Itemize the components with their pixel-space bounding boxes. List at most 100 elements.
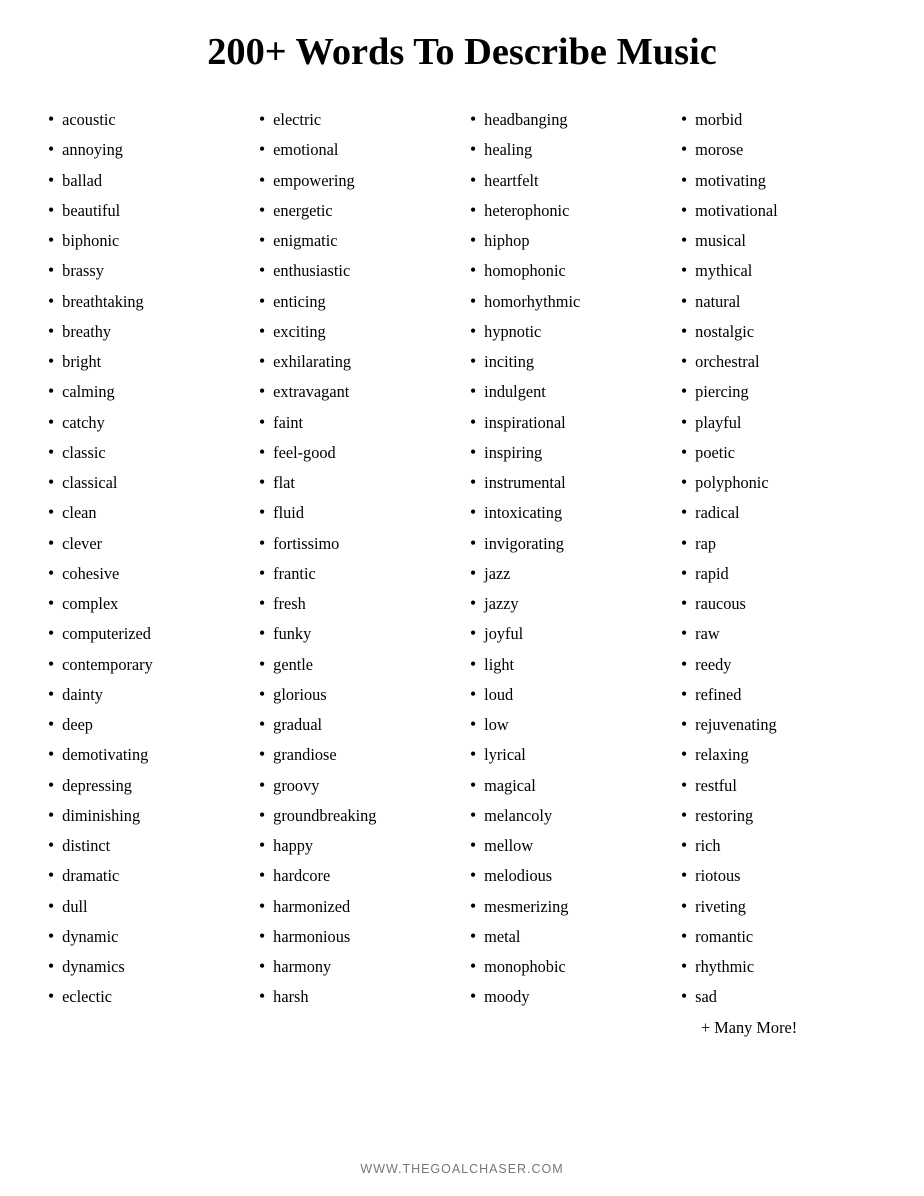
list-item: restoring: [681, 800, 876, 830]
list-item: rich: [681, 830, 876, 860]
list-item: bright: [48, 346, 243, 376]
list-item: funky: [259, 618, 454, 648]
list-item: mellow: [470, 830, 665, 860]
list-item: glorious: [259, 679, 454, 709]
list-item: harsh: [259, 981, 454, 1011]
list-item: depressing: [48, 770, 243, 800]
list-item: enticing: [259, 286, 454, 316]
list-item: inspiring: [470, 437, 665, 467]
list-item: exciting: [259, 316, 454, 346]
list-item: extravagant: [259, 376, 454, 406]
list-item: gradual: [259, 709, 454, 739]
list-item: flat: [259, 467, 454, 497]
list-item: indulgent: [470, 376, 665, 406]
list-item: refined: [681, 679, 876, 709]
list-item: dull: [48, 891, 243, 921]
list-item: hiphop: [470, 225, 665, 255]
list-item: computerized: [48, 618, 243, 648]
list-item: homorhythmic: [470, 286, 665, 316]
list-item: empowering: [259, 165, 454, 195]
list-item: low: [470, 709, 665, 739]
list-item: healing: [470, 134, 665, 164]
list-item: mesmerizing: [470, 891, 665, 921]
list-item: poetic: [681, 437, 876, 467]
list-item: biphonic: [48, 225, 243, 255]
list-item: invigorating: [470, 528, 665, 558]
list-item: inciting: [470, 346, 665, 376]
list-item: jazzy: [470, 588, 665, 618]
list-item: melancoly: [470, 800, 665, 830]
list-item: intoxicating: [470, 497, 665, 527]
list-item: demotivating: [48, 739, 243, 769]
list-item: morbid: [681, 104, 876, 134]
list-item: radical: [681, 497, 876, 527]
list-item: polyphonic: [681, 467, 876, 497]
list-item: calming: [48, 376, 243, 406]
list-item: distinct: [48, 830, 243, 860]
list-item: melodious: [470, 860, 665, 890]
list-item: fresh: [259, 588, 454, 618]
list-item: dramatic: [48, 860, 243, 890]
list-item: light: [470, 649, 665, 679]
list-item: inspirational: [470, 407, 665, 437]
list-item: eclectic: [48, 981, 243, 1011]
list-item: relaxing: [681, 739, 876, 769]
word-list-2: electricemotionalempoweringenergeticenig…: [259, 104, 454, 1012]
list-item: piercing: [681, 376, 876, 406]
list-item: lyrical: [470, 739, 665, 769]
list-item: headbanging: [470, 104, 665, 134]
list-item: loud: [470, 679, 665, 709]
list-item: enigmatic: [259, 225, 454, 255]
list-item: beautiful: [48, 195, 243, 225]
list-item: rap: [681, 528, 876, 558]
list-item: motivating: [681, 165, 876, 195]
list-item: riotous: [681, 860, 876, 890]
list-item: feel-good: [259, 437, 454, 467]
list-item: breathtaking: [48, 286, 243, 316]
list-item: reedy: [681, 649, 876, 679]
list-item: electric: [259, 104, 454, 134]
list-item: happy: [259, 830, 454, 860]
list-item: deep: [48, 709, 243, 739]
list-item: monophobic: [470, 951, 665, 981]
list-item: rhythmic: [681, 951, 876, 981]
list-item: sad: [681, 981, 876, 1011]
column-3: headbanginghealingheartfeltheterophonich…: [462, 104, 673, 1138]
list-item: hypnotic: [470, 316, 665, 346]
list-item: harmony: [259, 951, 454, 981]
more-text: + Many More!: [681, 1014, 876, 1042]
list-item: moody: [470, 981, 665, 1011]
list-item: groovy: [259, 770, 454, 800]
list-item: orchestral: [681, 346, 876, 376]
list-item: harmonious: [259, 921, 454, 951]
list-item: raucous: [681, 588, 876, 618]
list-item: dainty: [48, 679, 243, 709]
page-title: 200+ Words To Describe Music: [207, 30, 717, 74]
list-item: morose: [681, 134, 876, 164]
list-item: metal: [470, 921, 665, 951]
list-item: motivational: [681, 195, 876, 225]
word-list-3: headbanginghealingheartfeltheterophonich…: [470, 104, 665, 1012]
list-item: jazz: [470, 558, 665, 588]
list-item: dynamic: [48, 921, 243, 951]
list-item: classical: [48, 467, 243, 497]
list-item: frantic: [259, 558, 454, 588]
list-item: groundbreaking: [259, 800, 454, 830]
list-item: annoying: [48, 134, 243, 164]
list-item: classic: [48, 437, 243, 467]
list-item: exhilarating: [259, 346, 454, 376]
column-4: morbidmorosemotivatingmotivationalmusica…: [673, 104, 884, 1138]
list-item: homophonic: [470, 255, 665, 285]
list-item: clever: [48, 528, 243, 558]
list-item: romantic: [681, 921, 876, 951]
word-list-1: acousticannoyingballadbeautifulbiphonicb…: [48, 104, 243, 1012]
list-item: emotional: [259, 134, 454, 164]
list-item: clean: [48, 497, 243, 527]
list-item: breathy: [48, 316, 243, 346]
list-item: restful: [681, 770, 876, 800]
list-item: natural: [681, 286, 876, 316]
list-item: dynamics: [48, 951, 243, 981]
list-item: brassy: [48, 255, 243, 285]
list-item: energetic: [259, 195, 454, 225]
list-item: cohesive: [48, 558, 243, 588]
